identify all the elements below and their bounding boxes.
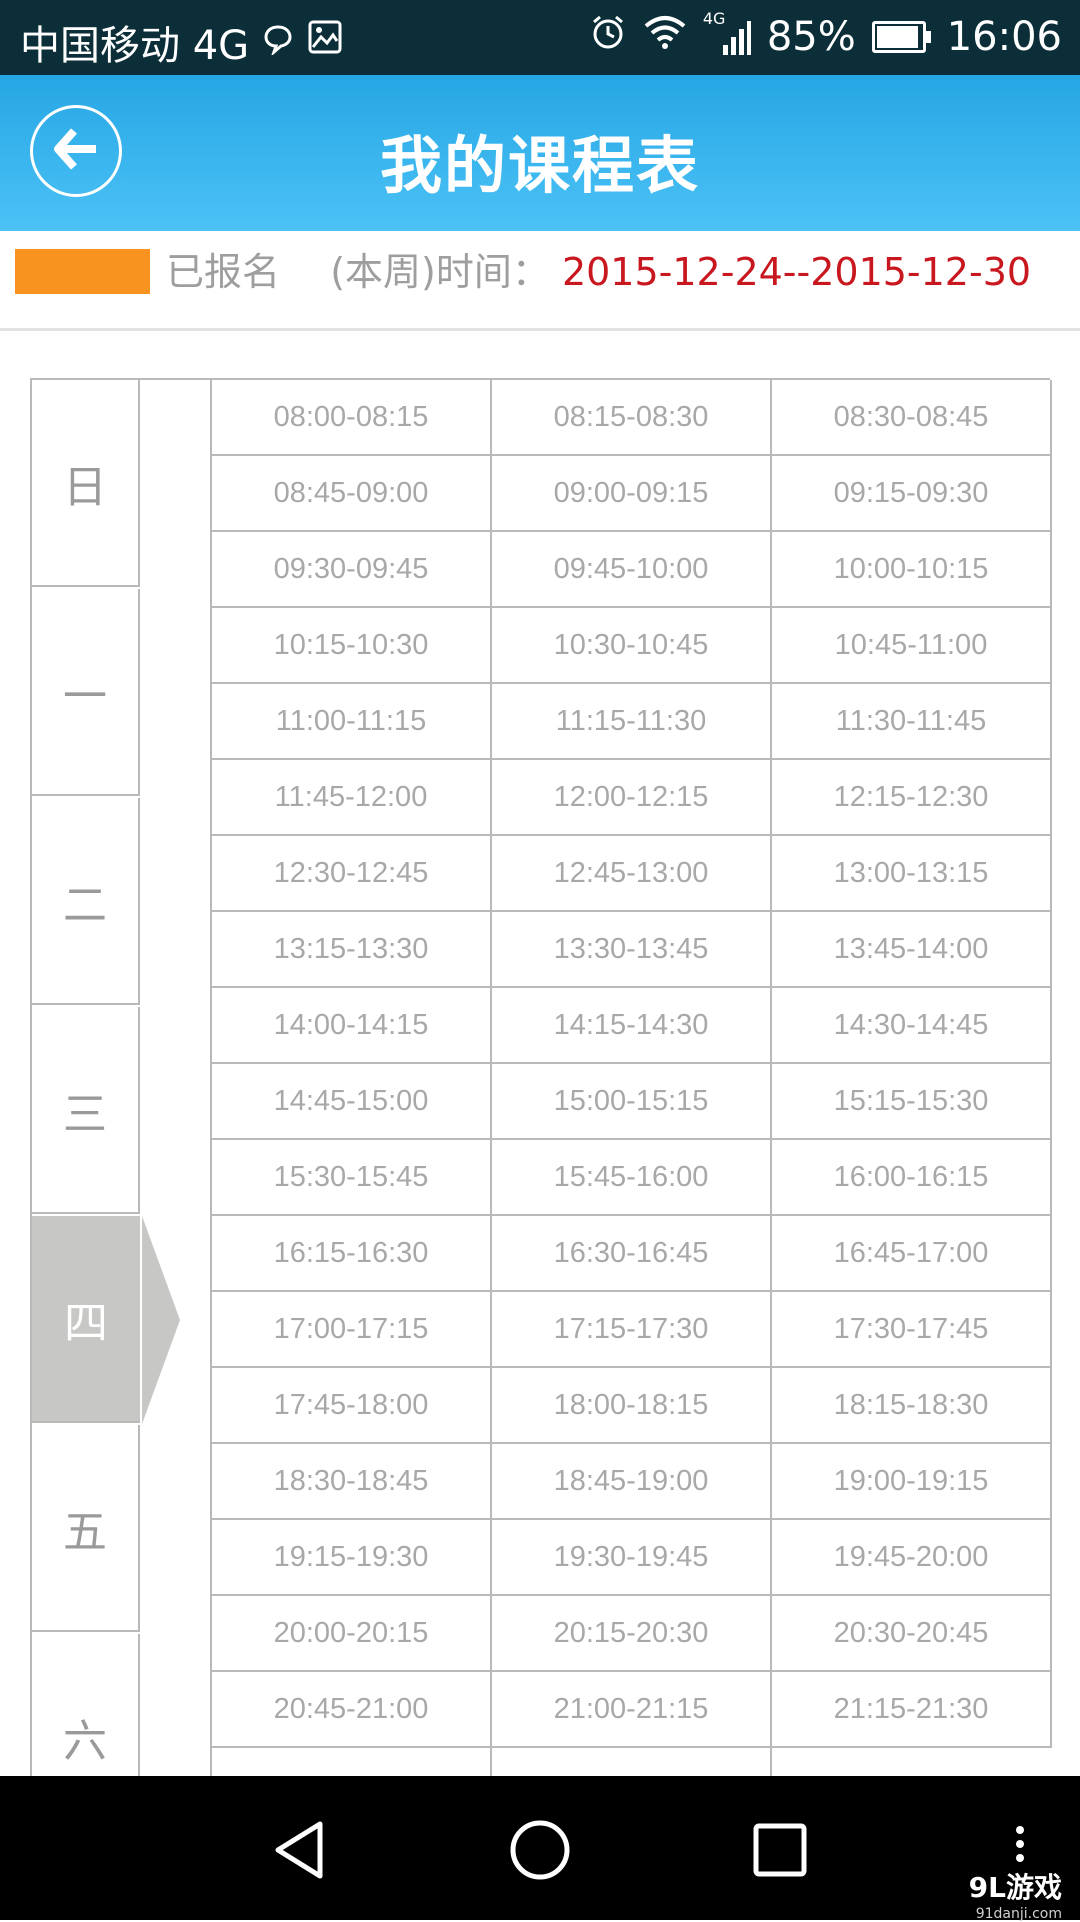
day-gap <box>142 378 212 1778</box>
navigation-bar: 9L游戏 91danji.com <box>0 1776 1080 1922</box>
battery-icon <box>871 21 931 53</box>
time-slot[interactable]: 08:00-08:15 <box>212 380 492 456</box>
circle-home-icon <box>500 1820 580 1894</box>
alarm-icon <box>589 13 627 61</box>
time-slot[interactable]: 18:00-18:15 <box>492 1368 772 1444</box>
time-slot[interactable]: 15:45-16:00 <box>492 1140 772 1216</box>
legend-bar: 已报名 (本周)时间： 2015-12-24--2015-12-30 <box>0 231 1080 331</box>
time-slot[interactable]: 20:30-20:45 <box>772 1596 1052 1672</box>
watermark-main: 9L游戏 <box>968 1871 1062 1904</box>
registered-swatch <box>15 249 150 294</box>
nav-home-button[interactable] <box>500 1810 580 1890</box>
time-slot[interactable]: 18:15-18:30 <box>772 1368 1052 1444</box>
battery-percent: 85% <box>766 14 856 60</box>
time-slot[interactable]: 19:45-20:00 <box>772 1520 1052 1596</box>
time-slot[interactable]: 20:15-20:30 <box>492 1596 772 1672</box>
time-slot[interactable]: 13:45-14:00 <box>772 912 1052 988</box>
time-slot[interactable]: 17:15-17:30 <box>492 1292 772 1368</box>
legend-text: 已报名 (本周)时间： 2015-12-24--2015-12-30 <box>166 249 1031 295</box>
time-slot[interactable]: 16:00-16:15 <box>772 1140 1052 1216</box>
day-tab[interactable]: 一 <box>32 589 140 796</box>
time-slot[interactable]: 15:15-15:30 <box>772 1064 1052 1140</box>
week-label: (本周)时间： <box>330 250 550 294</box>
time-slot[interactable]: 09:30-09:45 <box>212 532 492 608</box>
time-slot[interactable]: 12:30-12:45 <box>212 836 492 912</box>
time-slot[interactable]: 09:15-09:30 <box>772 456 1052 532</box>
time-slot[interactable]: 08:30-08:45 <box>772 380 1052 456</box>
day-tabs: 日一二三四五六 <box>30 378 142 1841</box>
site-watermark: 9L游戏 91danji.com <box>969 1866 1062 1922</box>
time-slot[interactable]: 20:00-20:15 <box>212 1596 492 1672</box>
cell-signal-icon: 4G <box>703 9 751 59</box>
time-slot[interactable]: 16:15-16:30 <box>212 1216 492 1292</box>
time-slot[interactable]: 08:45-09:00 <box>212 456 492 532</box>
time-slot[interactable]: 09:00-09:15 <box>492 456 772 532</box>
time-slot[interactable]: 15:30-15:45 <box>212 1140 492 1216</box>
carrier-label: 中国移动 4G <box>20 23 250 69</box>
time-slot[interactable]: 19:30-19:45 <box>492 1520 772 1596</box>
time-slot[interactable]: 10:45-11:00 <box>772 608 1052 684</box>
clock: 16:06 <box>946 14 1062 60</box>
time-slot[interactable]: 12:00-12:15 <box>492 760 772 836</box>
time-slot[interactable]: 14:15-14:30 <box>492 988 772 1064</box>
status-bar: 中国移动 4G 4G 85% 16:06 <box>0 0 1080 75</box>
square-recents-icon <box>740 1823 820 1894</box>
time-slot[interactable]: 13:30-13:45 <box>492 912 772 988</box>
time-slot[interactable]: 18:45-19:00 <box>492 1444 772 1520</box>
time-slot[interactable]: 19:00-19:15 <box>772 1444 1052 1520</box>
gallery-icon <box>307 19 343 65</box>
page-title: 我的课程表 <box>379 129 700 202</box>
time-slot[interactable]: 10:00-10:15 <box>772 532 1052 608</box>
day-tab[interactable]: 日 <box>32 380 140 587</box>
day-tab[interactable]: 四 <box>32 1216 140 1423</box>
day-tab[interactable]: 三 <box>32 1007 140 1214</box>
time-slot[interactable]: 17:30-17:45 <box>772 1292 1052 1368</box>
wifi-icon <box>643 14 687 60</box>
app-header: 我的课程表 <box>0 75 1080 231</box>
time-slot[interactable]: 21:15-21:30 <box>772 1672 1052 1748</box>
time-slot[interactable]: 10:30-10:45 <box>492 608 772 684</box>
chat-bubble-icon <box>263 19 293 65</box>
time-slot[interactable]: 12:15-12:30 <box>772 760 1052 836</box>
time-slot[interactable]: 11:30-11:45 <box>772 684 1052 760</box>
time-slot[interactable]: 11:45-12:00 <box>212 760 492 836</box>
time-slot[interactable]: 09:45-10:00 <box>492 532 772 608</box>
time-slot[interactable]: 13:15-13:30 <box>212 912 492 988</box>
time-slot[interactable]: 12:45-13:00 <box>492 836 772 912</box>
time-slot[interactable]: 21:00-21:15 <box>492 1672 772 1748</box>
time-slot[interactable]: 13:00-13:15 <box>772 836 1052 912</box>
time-slot[interactable]: 16:45-17:00 <box>772 1216 1052 1292</box>
day-tab[interactable]: 二 <box>32 798 140 1005</box>
time-slot[interactable]: 19:15-19:30 <box>212 1520 492 1596</box>
time-slot[interactable]: 10:15-10:30 <box>212 608 492 684</box>
day-tab[interactable]: 五 <box>32 1425 140 1632</box>
time-slot[interactable]: 14:30-14:45 <box>772 988 1052 1064</box>
time-slot[interactable]: 17:00-17:15 <box>212 1292 492 1368</box>
time-slot[interactable]: 18:30-18:45 <box>212 1444 492 1520</box>
time-slot[interactable]: 16:30-16:45 <box>492 1216 772 1292</box>
time-slot[interactable]: 14:00-14:15 <box>212 988 492 1064</box>
time-slot[interactable]: 11:15-11:30 <box>492 684 772 760</box>
nav-back-button[interactable] <box>260 1810 340 1890</box>
triangle-back-icon <box>260 1821 340 1894</box>
registered-label: 已报名 <box>166 250 281 294</box>
nav-recents-button[interactable] <box>740 1810 820 1890</box>
time-slot[interactable]: 15:00-15:15 <box>492 1064 772 1140</box>
time-slot[interactable]: 17:45-18:00 <box>212 1368 492 1444</box>
time-slot[interactable]: 14:45-15:00 <box>212 1064 492 1140</box>
date-range: 2015-12-24--2015-12-30 <box>561 250 1032 294</box>
time-slot[interactable]: 08:15-08:30 <box>492 380 772 456</box>
time-slot[interactable]: 11:00-11:15 <box>212 684 492 760</box>
time-slot-grid: 08:00-08:15 08:15-08:30 08:30-08:45 08:45-0… <box>210 378 1052 1824</box>
time-slot[interactable]: 20:45-21:00 <box>212 1672 492 1748</box>
